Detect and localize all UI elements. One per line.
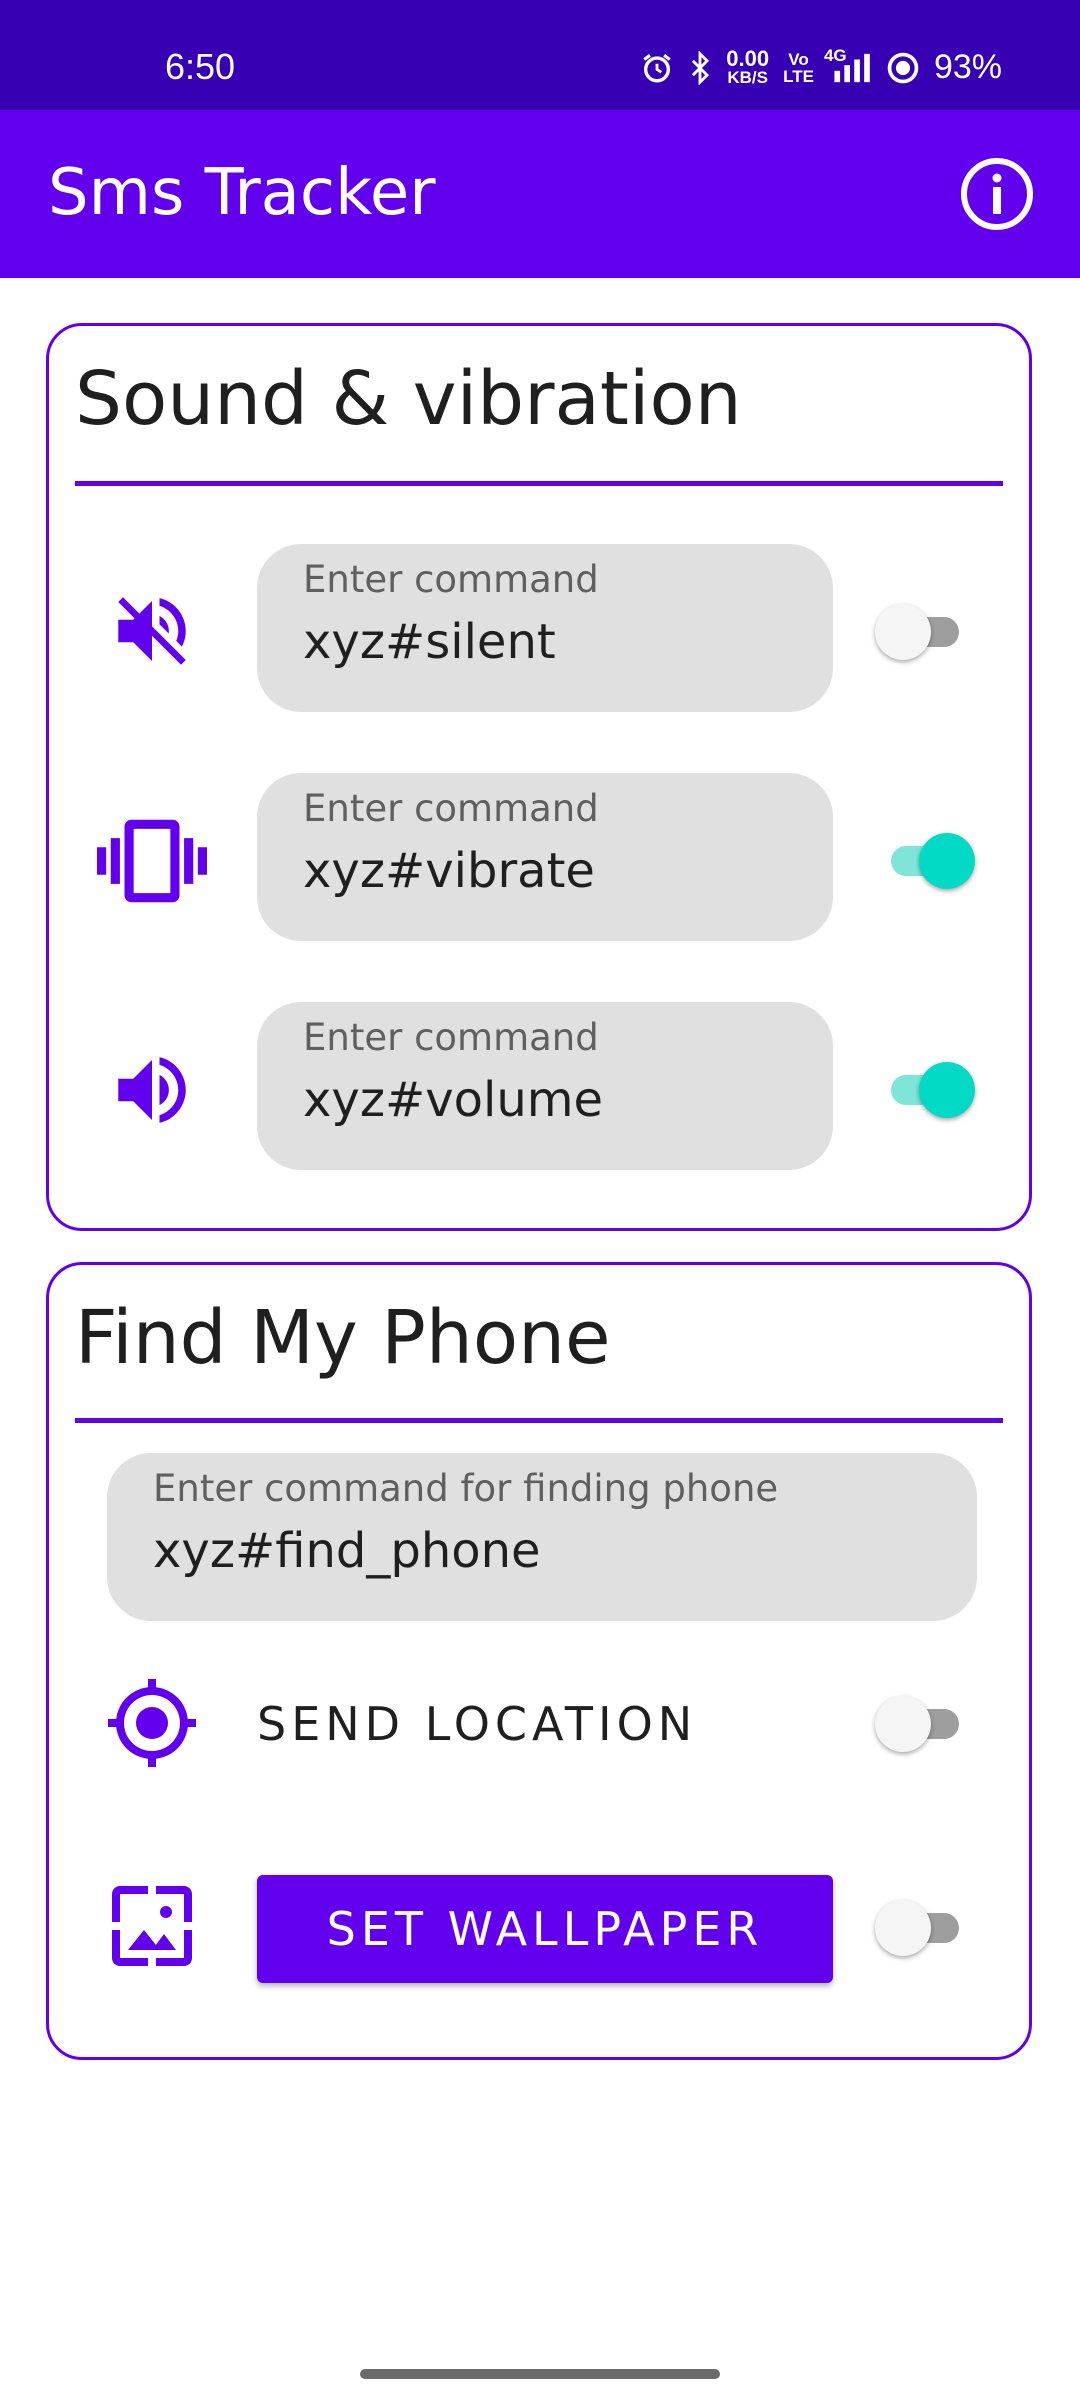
- field-value[interactable]: xyz#vibrate: [303, 843, 595, 899]
- sound-vibration-card: Sound & vibration Enter command xyz#sile…: [46, 323, 1032, 1231]
- volte-indicator: Vo LTE: [783, 51, 814, 85]
- switch-thumb: [919, 833, 975, 889]
- set-wallpaper-button[interactable]: SET WALLPAPER: [257, 1875, 833, 1983]
- switch-thumb: [875, 604, 931, 660]
- field-label: Enter command: [303, 787, 599, 830]
- card-divider: [75, 481, 1003, 486]
- volume-command-field[interactable]: Enter command xyz#volume: [257, 1002, 833, 1170]
- volume-up-icon: [97, 1035, 207, 1145]
- wallpaper-icon: [97, 1871, 207, 1981]
- status-icons: 0.00 KB/S Vo LTE 4G 93%: [640, 46, 1002, 87]
- app-bar: Sms Tracker: [0, 110, 1080, 278]
- field-label: Enter command: [303, 1016, 599, 1059]
- set-wallpaper-switch[interactable]: [875, 1892, 975, 1962]
- vibrate-icon: [97, 806, 207, 916]
- card-divider: [75, 1418, 1003, 1423]
- card-title-find: Find My Phone: [75, 1295, 611, 1381]
- volte-top: Vo: [788, 49, 809, 69]
- switch-thumb: [875, 1900, 931, 1956]
- vibrate-command-field[interactable]: Enter command xyz#vibrate: [257, 773, 833, 941]
- switch-thumb: [919, 1062, 975, 1118]
- signal-icon: 4G: [824, 47, 872, 85]
- info-icon[interactable]: [959, 156, 1035, 232]
- my-location-icon: [97, 1668, 207, 1778]
- net-speed-value: 0.00: [726, 46, 770, 71]
- silent-command-field[interactable]: Enter command xyz#silent: [257, 544, 833, 712]
- gesture-nav-handle[interactable]: [360, 2369, 720, 2379]
- field-value[interactable]: xyz#find_phone: [153, 1523, 541, 1579]
- status-time: 6:50: [165, 46, 236, 87]
- net-speed: 0.00 KB/S: [726, 46, 770, 87]
- status-bar: 6:50 0.00 KB/S Vo LTE 4G 93%: [0, 0, 1080, 110]
- send-location-label: SEND LOCATION: [257, 1697, 698, 1751]
- volte-bottom: LTE: [783, 66, 814, 86]
- field-label: Enter command: [303, 558, 599, 601]
- bluetooth-icon: [688, 50, 712, 85]
- net-speed-unit: KB/S: [727, 68, 768, 87]
- battery-icon: [886, 51, 920, 85]
- app-title: Sms Tracker: [48, 156, 436, 230]
- network-type: 4G: [823, 45, 847, 65]
- volume-off-icon: [97, 576, 207, 686]
- card-title-sound: Sound & vibration: [75, 356, 742, 442]
- battery-percent: 93%: [933, 48, 1002, 86]
- alarm-icon: [640, 51, 674, 85]
- field-value[interactable]: xyz#silent: [303, 614, 556, 670]
- send-location-switch[interactable]: [875, 1688, 975, 1758]
- switch-thumb: [875, 1696, 931, 1752]
- find-phone-command-field[interactable]: Enter command for finding phone xyz#find…: [107, 1453, 977, 1621]
- silent-switch[interactable]: [875, 596, 975, 666]
- find-my-phone-card: Find My Phone Enter command for finding …: [46, 1262, 1032, 2060]
- field-label: Enter command for finding phone: [153, 1467, 779, 1510]
- volume-switch[interactable]: [875, 1054, 975, 1124]
- field-value[interactable]: xyz#volume: [303, 1072, 603, 1128]
- vibrate-switch[interactable]: [875, 825, 975, 895]
